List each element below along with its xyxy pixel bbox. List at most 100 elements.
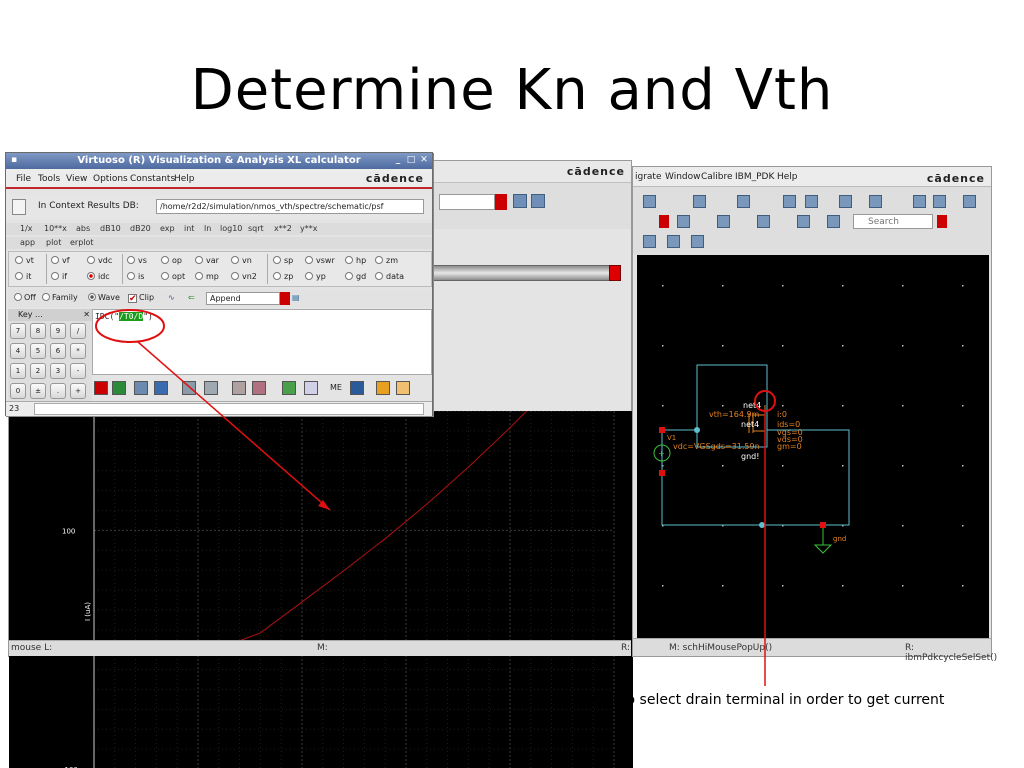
fn-button[interactable]: dB20 bbox=[130, 224, 151, 233]
radio-yp[interactable]: yp bbox=[305, 272, 326, 284]
menu-view[interactable]: View bbox=[66, 174, 87, 184]
undo-icon[interactable] bbox=[112, 381, 126, 395]
clear-all-icon[interactable] bbox=[252, 381, 266, 395]
submenu-plot[interactable]: plot bbox=[46, 238, 61, 247]
clear-icon[interactable] bbox=[134, 381, 148, 395]
radio-mp[interactable]: mp bbox=[195, 272, 219, 284]
fn-button[interactable]: log10 bbox=[220, 224, 242, 233]
radio-idc[interactable]: idc bbox=[87, 272, 110, 284]
settings-icon[interactable] bbox=[376, 381, 390, 395]
schematic-canvas[interactable]: + net4 vth=164.9m net4 i:0 ids=0 vgs=0 v… bbox=[637, 255, 989, 640]
menu-calibre[interactable]: Calibre bbox=[701, 172, 733, 182]
chevron-down-icon[interactable] bbox=[659, 215, 669, 228]
gnd-pin[interactable] bbox=[820, 522, 826, 528]
menu-migrate[interactable]: igrate bbox=[635, 172, 662, 182]
key-9[interactable]: 9 bbox=[50, 323, 66, 339]
option-off[interactable]: Off bbox=[14, 293, 36, 302]
radio-sp[interactable]: sp bbox=[273, 256, 293, 268]
menu-file[interactable]: File bbox=[16, 174, 31, 184]
fn-button[interactable]: ln bbox=[204, 224, 211, 233]
key-7[interactable]: 7 bbox=[10, 323, 26, 339]
source-pin[interactable] bbox=[659, 470, 665, 476]
swap-icon[interactable] bbox=[204, 381, 218, 395]
submenu-app[interactable]: app bbox=[20, 238, 35, 247]
waveform-dropdown[interactable] bbox=[439, 194, 495, 210]
label-icon[interactable] bbox=[797, 215, 810, 228]
plot-area[interactable]: 0.0.25.5.751.01.25-1000.0100200VGSI (uA) bbox=[9, 411, 633, 768]
hierarchy-icon[interactable] bbox=[643, 235, 656, 248]
radio-vf[interactable]: vf bbox=[51, 256, 70, 268]
wire-icon[interactable] bbox=[933, 195, 946, 208]
menu-ibm-pdk[interactable]: IBM_PDK bbox=[735, 172, 774, 182]
context-toggle-button[interactable] bbox=[12, 199, 26, 215]
edit-icon[interactable] bbox=[667, 235, 680, 248]
maximize-icon[interactable]: □ bbox=[405, 155, 417, 166]
radio-vt[interactable]: vt bbox=[15, 256, 34, 268]
fn-button[interactable]: y**x bbox=[300, 224, 317, 233]
close-icon[interactable]: ✕ bbox=[418, 155, 430, 166]
key-4[interactable]: 4 bbox=[10, 343, 26, 359]
radio-gd[interactable]: gd bbox=[345, 272, 366, 284]
key-plus-minus[interactable]: ± bbox=[30, 383, 46, 399]
search-dropdown-icon[interactable] bbox=[937, 215, 947, 228]
radio-var[interactable]: var bbox=[195, 256, 219, 268]
source-pin[interactable] bbox=[659, 427, 665, 433]
fn-button[interactable]: 10**x bbox=[44, 224, 67, 233]
stack-field[interactable] bbox=[34, 403, 424, 415]
expression-editor[interactable]: IDC("/T0/D") bbox=[92, 309, 432, 375]
move-icon[interactable] bbox=[757, 215, 770, 228]
option-family[interactable]: Family bbox=[42, 293, 78, 302]
fn-button[interactable]: int bbox=[184, 224, 194, 233]
pop-insert-icon[interactable] bbox=[154, 381, 168, 395]
menu-options[interactable]: Options bbox=[93, 174, 128, 184]
radio-if[interactable]: if bbox=[51, 272, 67, 284]
key-5[interactable]: 5 bbox=[30, 343, 46, 359]
dropdown-icon[interactable] bbox=[94, 381, 108, 395]
wave-icon[interactable]: ∿ bbox=[168, 293, 175, 302]
radio-is[interactable]: is bbox=[127, 272, 144, 284]
radio-it[interactable]: it bbox=[15, 272, 31, 284]
radio-hp[interactable]: hp bbox=[345, 256, 366, 268]
fn-button[interactable]: exp bbox=[160, 224, 175, 233]
option-wave[interactable]: Wave bbox=[88, 293, 120, 302]
radio-data[interactable]: data bbox=[375, 272, 404, 284]
submenu-erplot[interactable]: erplot bbox=[70, 238, 94, 247]
radio-opt[interactable]: opt bbox=[161, 272, 185, 284]
key-plus[interactable]: + bbox=[70, 383, 86, 399]
key-minus[interactable]: - bbox=[70, 363, 86, 379]
user-function-icon[interactable] bbox=[304, 381, 318, 395]
fn-button[interactable]: abs bbox=[76, 224, 90, 233]
fn-button[interactable]: dB10 bbox=[100, 224, 121, 233]
window-icon[interactable] bbox=[677, 215, 690, 228]
search-input[interactable] bbox=[853, 214, 933, 229]
key-1[interactable]: 1 bbox=[10, 363, 26, 379]
key-divide[interactable]: / bbox=[70, 323, 86, 339]
close-icon[interactable]: ✕ bbox=[83, 310, 90, 319]
context-path-field[interactable]: /home/r2d2/simulation/nmos_vth/spectre/s… bbox=[156, 199, 424, 214]
menu-tools[interactable]: Tools bbox=[38, 174, 60, 184]
key-decimal[interactable]: . bbox=[50, 383, 66, 399]
key-6[interactable]: 6 bbox=[50, 343, 66, 359]
radio-vswr[interactable]: vswr bbox=[305, 256, 335, 268]
menu-constants[interactable]: Constants bbox=[130, 174, 175, 184]
plot-mode-select[interactable]: Append bbox=[206, 292, 280, 305]
key-3[interactable]: 3 bbox=[50, 363, 66, 379]
pin-icon[interactable] bbox=[913, 195, 926, 208]
key-0[interactable]: 0 bbox=[10, 383, 26, 399]
table-icon[interactable]: ▤ bbox=[292, 293, 300, 302]
trace-strip-handle[interactable] bbox=[609, 265, 621, 281]
arrow-icon[interactable]: ⇐ bbox=[188, 293, 195, 302]
net-icon[interactable] bbox=[827, 215, 840, 228]
me-label[interactable]: ME bbox=[330, 383, 342, 392]
save-icon[interactable] bbox=[643, 195, 656, 208]
key-multiply[interactable]: * bbox=[70, 343, 86, 359]
check-icon[interactable] bbox=[869, 195, 882, 208]
chevron-down-icon[interactable] bbox=[495, 194, 507, 210]
function-icon[interactable] bbox=[350, 381, 364, 395]
radio-vn2[interactable]: vn2 bbox=[231, 272, 257, 284]
select-icon[interactable] bbox=[717, 215, 730, 228]
menu-window[interactable]: Window bbox=[665, 172, 701, 182]
delete-icon[interactable] bbox=[232, 381, 246, 395]
fn-button[interactable]: 1/x bbox=[20, 224, 33, 233]
chevron-down-icon[interactable] bbox=[280, 292, 290, 305]
